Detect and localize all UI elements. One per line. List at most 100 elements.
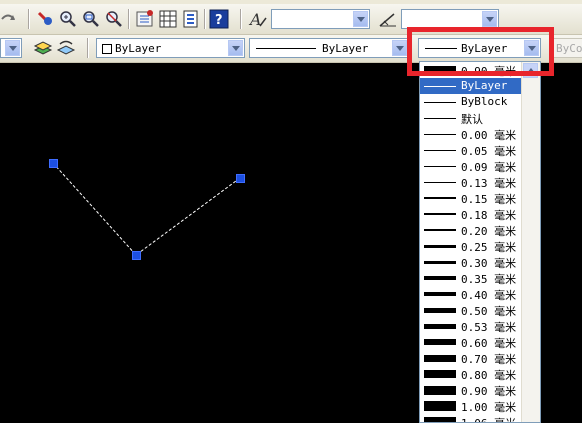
lineweight-option[interactable]: 0.13 毫米 — [420, 174, 523, 190]
undo-icon[interactable] — [0, 9, 20, 29]
grip-point[interactable] — [132, 251, 141, 260]
lineweight-option-label: 0.18 毫米 — [461, 209, 517, 222]
layer-previous-icon[interactable] — [56, 38, 76, 58]
chevron-down-icon[interactable] — [5, 40, 20, 56]
chevron-down-icon[interactable] — [228, 40, 243, 56]
lineweight-option-sample — [424, 355, 456, 362]
selected-polyline[interactable] — [52, 162, 241, 256]
tool-palettes-icon[interactable] — [181, 9, 201, 29]
lineweight-option[interactable]: 0.20 毫米 — [420, 222, 523, 238]
toolbar-separator — [240, 9, 242, 29]
lineweight-option-sample — [424, 197, 456, 199]
lineweight-option[interactable]: 0.09 毫米 — [420, 158, 523, 174]
lineweight-option-label: ByBlock — [461, 95, 508, 108]
lineweight-option-sample — [424, 401, 456, 411]
color-swatch — [102, 44, 112, 54]
pan-icon[interactable] — [35, 9, 55, 29]
lineweight-option-label: 0.90 毫米 — [461, 385, 517, 398]
layer-combo[interactable] — [0, 38, 22, 58]
lineweight-option-sample — [424, 213, 456, 215]
zoom-window-icon[interactable] — [81, 9, 101, 29]
dim-style-icon[interactable] — [378, 9, 398, 29]
layer-states-icon[interactable] — [33, 38, 53, 58]
linetype-sample — [256, 48, 316, 49]
lineweight-option-sample — [424, 324, 456, 329]
lineweight-option[interactable]: 0.70 毫米 — [420, 350, 523, 366]
lineweight-option[interactable]: 0.40 毫米 — [420, 286, 523, 302]
lineweight-dropdown[interactable]: 0.90 毫米 ByLayer ByBlock 默认 0.00 毫米 0.05 毫米 0.0… — [419, 61, 541, 423]
chevron-down-icon[interactable] — [353, 11, 368, 27]
lineweight-option-sample — [424, 245, 456, 248]
lineweight-option[interactable]: ByBlock — [420, 94, 523, 110]
lineweight-option-sample — [424, 229, 456, 231]
lineweight-option-label: 0.25 毫米 — [461, 241, 517, 254]
lineweight-option[interactable]: 0.25 毫米 — [420, 238, 523, 254]
lineweight-list: 0.90 毫米 ByLayer ByBlock 默认 0.00 毫米 0.05 毫米 0.0… — [420, 62, 523, 422]
color-combo-value: ByLayer — [115, 42, 162, 55]
lineweight-option-sample — [424, 261, 456, 264]
zoom-realtime-icon[interactable] — [58, 9, 78, 29]
text-style-icon[interactable]: A — [248, 9, 268, 29]
lineweight-option-sample — [424, 370, 456, 378]
lineweight-option-sample — [424, 102, 456, 103]
lineweight-option[interactable]: 0.05 毫米 — [420, 142, 523, 158]
lineweight-option-sample — [424, 86, 456, 87]
lineweight-option-sample — [424, 150, 456, 151]
lineweight-option[interactable]: 1.06 毫米 — [420, 414, 523, 422]
lineweight-option-label: 0.09 毫米 — [461, 161, 517, 174]
dropdown-scrollbar[interactable] — [521, 62, 540, 422]
lineweight-option[interactable]: 0.00 毫米 — [420, 126, 523, 142]
lineweight-option-label: 1.06 毫米 — [461, 415, 516, 422]
lineweight-option-label: 0.20 毫米 — [461, 225, 517, 238]
highlight-annotation — [407, 27, 554, 76]
svg-text:?: ? — [215, 13, 223, 28]
grip-point[interactable] — [49, 159, 58, 168]
lineweight-option-label: 0.40 毫米 — [461, 289, 517, 302]
lineweight-option-label: 0.50 毫米 — [461, 305, 517, 318]
zoom-previous-icon[interactable] — [104, 9, 124, 29]
lineweight-option-label: 0.05 毫米 — [461, 145, 517, 158]
properties-icon[interactable] — [135, 9, 155, 29]
lineweight-option-label: 0.13 毫米 — [461, 177, 517, 190]
lineweight-option-label: 默认 — [461, 113, 483, 126]
lineweight-option-sample — [424, 308, 456, 313]
lineweight-option-sample — [424, 339, 456, 345]
lineweight-option[interactable]: 0.80 毫米 — [420, 366, 523, 382]
lineweight-option[interactable]: 0.30 毫米 — [420, 254, 523, 270]
lineweight-option[interactable]: 0.53 毫米 — [420, 318, 523, 334]
lineweight-option-sample — [424, 166, 456, 167]
lineweight-option-label: 0.53 毫米 — [461, 321, 517, 334]
lineweight-option-sample — [424, 386, 456, 395]
toolbar-separator — [204, 9, 206, 29]
lineweight-option[interactable]: 0.90 毫米 — [420, 382, 523, 398]
plotstyle-combo: ByCo — [552, 38, 582, 58]
lineweight-option-label: 0.35 毫米 — [461, 273, 517, 286]
plotstyle-combo-value: ByCo — [556, 42, 582, 55]
grip-point[interactable] — [236, 174, 245, 183]
lineweight-option[interactable]: 1.00 毫米 — [420, 398, 523, 414]
lineweight-option[interactable]: 0.35 毫米 — [420, 270, 523, 286]
lineweight-option[interactable]: 0.15 毫米 — [420, 190, 523, 206]
dim-style-combo[interactable] — [401, 9, 499, 29]
lineweight-option-label: 0.70 毫米 — [461, 353, 517, 366]
lineweight-option[interactable]: 默认 — [420, 110, 523, 126]
lineweight-option[interactable]: 0.60 毫米 — [420, 334, 523, 350]
lineweight-option[interactable]: 0.50 毫米 — [420, 302, 523, 318]
lineweight-option-sample — [424, 292, 456, 296]
help-icon[interactable]: ? — [209, 9, 229, 29]
lineweight-option-label: 0.15 毫米 — [461, 193, 517, 206]
linetype-combo-value: ByLayer — [322, 42, 369, 55]
linetype-combo[interactable]: ByLayer — [249, 38, 409, 58]
color-combo[interactable]: ByLayer — [96, 38, 245, 58]
lineweight-option-label: 1.00 毫米 — [461, 401, 517, 414]
design-center-icon[interactable] — [158, 9, 178, 29]
toolbar-separator — [128, 9, 130, 29]
text-style-combo[interactable] — [271, 9, 370, 29]
lineweight-option-label: ByLayer — [461, 79, 508, 92]
lineweight-option-label: 0.00 毫米 — [461, 129, 517, 142]
lineweight-option[interactable]: 0.18 毫米 — [420, 206, 523, 222]
chevron-down-icon[interactable] — [482, 11, 497, 27]
chevron-down-icon[interactable] — [392, 40, 407, 56]
lineweight-option[interactable]: ByLayer — [420, 78, 523, 94]
lineweight-option-sample — [424, 417, 456, 422]
